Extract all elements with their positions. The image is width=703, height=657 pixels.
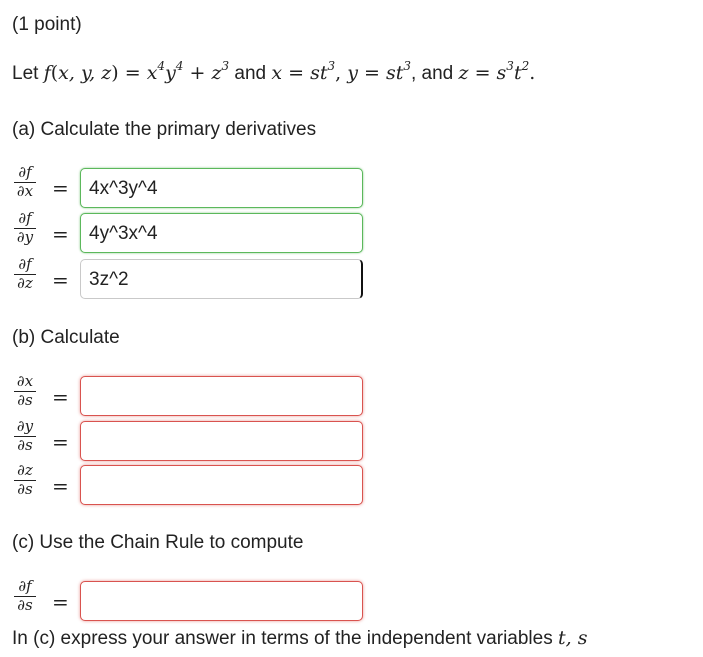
- points-label: (1 point): [12, 14, 82, 35]
- part-c-note: In (c) express your answer in terms of t…: [12, 627, 587, 650]
- equals-sign: =: [52, 474, 69, 498]
- df-ds-label: ∂f ∂s: [14, 578, 36, 614]
- df-dx-input[interactable]: 4x^3y^4: [80, 168, 363, 208]
- equals-sign: =: [52, 430, 69, 454]
- function-definition: f(x, y, z) = x4y4 + z3: [43, 59, 230, 84]
- df-dz-input[interactable]: 3z^2: [80, 259, 363, 299]
- part-b-heading: (b) Calculate: [12, 327, 120, 348]
- and-text-2: and: [421, 63, 454, 84]
- df-dy-label: ∂f ∂y: [14, 210, 36, 246]
- part-a-heading: (a) Calculate the primary derivatives: [12, 119, 317, 140]
- equals-sign: =: [52, 222, 69, 246]
- equals-sign: =: [52, 590, 69, 614]
- substitution-z: z = s3t2.: [458, 59, 536, 84]
- dy-ds-input[interactable]: [80, 421, 363, 461]
- df-dy-input[interactable]: 4y^3x^4: [80, 213, 363, 253]
- dz-ds-input[interactable]: [80, 465, 363, 505]
- dx-ds-input[interactable]: [80, 376, 363, 416]
- substitution-xy: x = st3, y = st3: [271, 59, 411, 84]
- equals-sign: =: [52, 385, 69, 409]
- let-text: Let: [12, 63, 39, 84]
- dy-ds-label: ∂y ∂s: [14, 418, 36, 454]
- independent-variables: t, s: [558, 627, 588, 649]
- df-dx-label: ∂f ∂x: [14, 164, 36, 200]
- part-c-note-text: In (c) express your answer in terms of t…: [12, 628, 553, 649]
- equals-sign: =: [52, 268, 69, 292]
- df-dz-label: ∂f ∂z: [14, 256, 36, 292]
- part-c-heading: (c) Use the Chain Rule to compute: [12, 532, 304, 553]
- problem-statement: Let f(x, y, z) = x4y4 + z3 and x = st3, …: [12, 59, 536, 84]
- dz-ds-label: ∂z ∂s: [14, 462, 36, 498]
- and-text-1: and: [234, 63, 267, 84]
- dx-ds-label: ∂x ∂s: [14, 373, 36, 409]
- equals-sign: =: [52, 176, 69, 200]
- df-ds-input[interactable]: [80, 581, 363, 621]
